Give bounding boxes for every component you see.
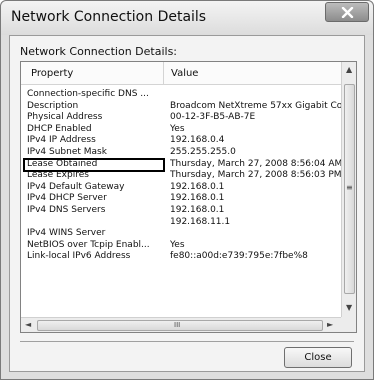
scrollbar-corner	[341, 317, 356, 332]
property-cell: Description	[27, 100, 79, 111]
scroll-left-icon[interactable]: ◄	[25, 320, 31, 329]
value-cell: Yes	[170, 239, 185, 250]
table-row[interactable]: Physical Address 00-12-3F-B5-AB-7E	[21, 112, 341, 124]
horizontal-scroll-thumb[interactable]: III	[37, 320, 323, 331]
property-cell: NetBIOS over Tcpip Enabl...	[27, 239, 150, 250]
property-cell: IPv4 DHCP Server	[27, 193, 107, 204]
value-cell: fe80::a00d:e739:795e:7fbe%8	[170, 251, 308, 262]
table-row[interactable]: Connection-specific DNS ...	[21, 89, 341, 101]
separator-line	[20, 341, 354, 342]
value-cell: 255.255.255.0	[170, 146, 236, 157]
property-cell: DHCP Enabled	[27, 123, 92, 134]
value-cell: 192.168.0.4	[170, 135, 225, 146]
dhcp-enabled-highlight-box	[23, 158, 165, 172]
dialog-window: Network Connection Details Network Conne…	[0, 0, 374, 380]
table-row[interactable]: NetBIOS over Tcpip Enabl... Yes	[21, 240, 341, 252]
value-cell: Thursday, March 27, 2008 8:56:04 AM	[170, 158, 343, 169]
vertical-scrollbar[interactable]: ▲ ≡ ▼	[341, 62, 356, 317]
value-cell: 192.168.11.1	[170, 216, 231, 227]
window-close-button[interactable]	[325, 2, 369, 22]
close-icon	[341, 7, 354, 18]
property-cell: Link-local IPv6 Address	[27, 251, 131, 262]
scroll-up-icon[interactable]: ▲	[346, 65, 352, 74]
table-row[interactable]: DHCP Enabled Yes	[21, 124, 341, 136]
column-divider[interactable]	[163, 62, 164, 84]
table-row[interactable]: IPv4 DHCP Server 192.168.0.1	[21, 193, 341, 205]
property-cell: IPv4 DNS Servers	[27, 204, 106, 215]
table-row[interactable]: IPv4 DNS Servers 192.168.0.1	[21, 205, 341, 217]
table-row[interactable]: Link-local IPv6 Address fe80::a00d:e739:7…	[21, 251, 341, 263]
details-panel: Network Connection Details: Property Val…	[9, 35, 365, 372]
property-cell: IPv4 IP Address	[27, 135, 96, 146]
value-cell: Broadcom NetXtreme 57xx Gigabit Cor	[170, 100, 346, 111]
table-row[interactable]: Description Broadcom NetXtreme 57xx Gigab…	[21, 100, 346, 113]
property-cell: Connection-specific DNS ...	[27, 89, 149, 99]
value-cell: 192.168.0.1	[170, 181, 225, 192]
list-rows: Connection-specific DNS ... Description Br…	[21, 89, 346, 263]
group-label: Network Connection Details:	[20, 45, 178, 58]
horizontal-scrollbar[interactable]: ◄ III ►	[21, 317, 341, 332]
details-listview[interactable]: Property Value Connection-specific DNS .…	[20, 61, 357, 333]
grip-icon: III	[174, 321, 181, 329]
property-cell: Physical Address	[27, 112, 103, 123]
property-cell: IPv4 Default Gateway	[27, 181, 125, 192]
table-row[interactable]: IPv4 Default Gateway 192.168.0.1	[21, 182, 341, 194]
close-button[interactable]: Close	[284, 347, 352, 368]
list-header: Property Value	[21, 62, 341, 85]
title-bar[interactable]: Network Connection Details	[1, 1, 373, 35]
column-header-value[interactable]: Value	[171, 68, 198, 79]
window-title: Network Connection Details	[11, 9, 207, 25]
scroll-down-icon[interactable]: ▼	[346, 303, 352, 312]
table-row[interactable]: IPv4 Subnet Mask 255.255.255.0	[21, 147, 341, 159]
table-row[interactable]: IPv4 IP Address 192.168.0.4	[21, 135, 341, 147]
column-header-property[interactable]: Property	[31, 68, 73, 79]
property-cell: IPv4 WINS Server	[27, 228, 106, 239]
value-cell: 192.168.0.1	[170, 204, 225, 215]
property-cell: IPv4 Subnet Mask	[27, 146, 107, 157]
value-cell: 192.168.0.1	[170, 193, 225, 204]
scroll-right-icon[interactable]: ►	[327, 320, 333, 329]
table-row[interactable]: 192.168.11.1	[21, 217, 341, 229]
vertical-scroll-thumb[interactable]: ≡	[344, 84, 355, 294]
value-cell: Thursday, March 27, 2008 8:56:03 PM	[170, 170, 342, 181]
value-cell: 00-12-3F-B5-AB-7E	[170, 112, 256, 123]
grip-icon: ≡	[346, 183, 353, 192]
value-cell: Yes	[170, 123, 185, 134]
table-row[interactable]: IPv4 WINS Server	[21, 228, 341, 240]
